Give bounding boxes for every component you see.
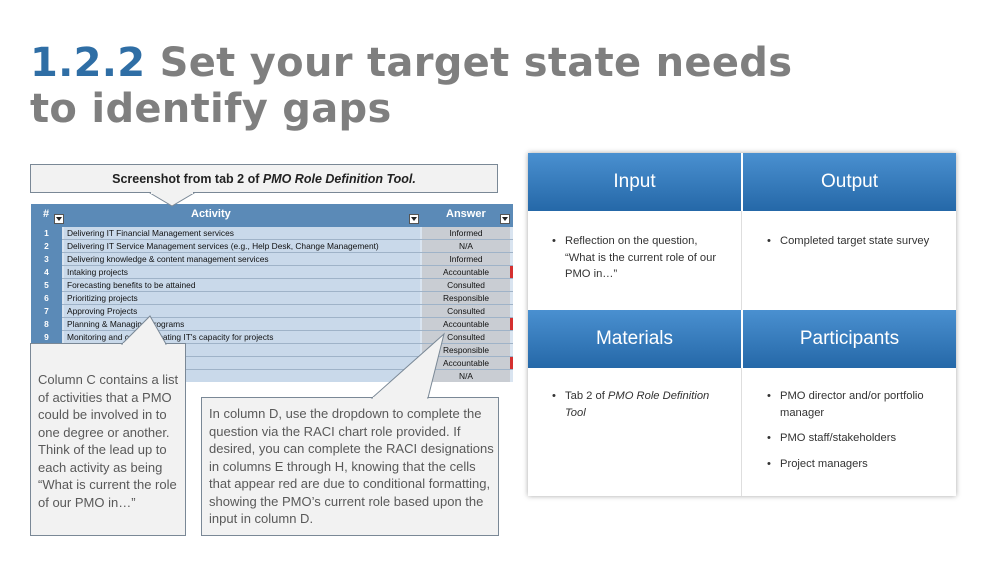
materials-item: Tab 2 of PMO Role Definition Tool [528, 388, 741, 421]
conditional-format-flag [510, 357, 513, 369]
column-d-text: In column D, use the dropdown to complet… [209, 406, 494, 526]
row-number: 5 [31, 279, 62, 292]
io-grid: Input Output Reflection on the question,… [528, 153, 956, 496]
conditional-format-flag [510, 240, 513, 252]
row-activity: Planning & Managing programs [64, 318, 420, 330]
divider [741, 211, 742, 310]
filter-dropdown-icon[interactable] [409, 214, 419, 224]
input-item: Reflection on the question, “What is the… [528, 233, 741, 283]
output-item: Completed target state survey [743, 233, 956, 250]
conditional-format-flag [510, 318, 513, 330]
sheet-row: 2 Delivering IT Service Management servic… [31, 240, 513, 253]
row-answer[interactable]: N/A [422, 240, 510, 252]
conditional-format-flag [510, 266, 513, 278]
section-number: 1.2.2 [30, 40, 146, 86]
sheet-row: 5 Forecasting benefits to be attained Cons… [31, 279, 513, 292]
row-activity: Approving Projects [64, 305, 420, 317]
conditional-format-flag [510, 292, 513, 304]
row-answer[interactable]: Accountable [422, 357, 510, 369]
row-activity: Delivering IT Service Management service… [64, 240, 420, 252]
row-activity: Forecasting benefits to be attained [64, 279, 420, 291]
filter-dropdown-icon[interactable] [500, 214, 510, 224]
row-answer[interactable]: Accountable [422, 318, 510, 330]
row-answer[interactable]: Informed [422, 227, 510, 239]
row-answer[interactable]: Accountable [422, 266, 510, 278]
row-answer[interactable]: Responsible [422, 292, 510, 304]
row-number: 7 [31, 305, 62, 318]
sheet-row: 8 Planning & Managing programs Accountable [31, 318, 513, 331]
row-activity: Monitoring and communicating IT's capaci… [64, 331, 420, 343]
row-answer[interactable]: Consulted [422, 279, 510, 291]
input-header: Input [528, 153, 741, 211]
participants-item: PMO director and/or portfolio manager [743, 388, 956, 421]
conditional-format-flag [510, 305, 513, 317]
caption-prefix: Screenshot from tab 2 of [112, 172, 263, 186]
output-body: Completed target state survey [743, 233, 956, 259]
row-activity: Delivering IT Financial Management servi… [64, 227, 420, 239]
sheet-header-row: # Activity Answer [31, 204, 513, 227]
row-answer[interactable]: Consulted [422, 305, 510, 317]
caption-text: Screenshot from tab 2 of PMO Role Defini… [31, 172, 497, 186]
row-answer[interactable]: N/A [422, 370, 510, 382]
caption-callout: Screenshot from tab 2 of PMO Role Defini… [30, 164, 498, 193]
header-answer: Answer [446, 208, 486, 220]
column-d-callout: In column D, use the dropdown to complet… [201, 397, 499, 536]
conditional-format-flag [510, 331, 513, 343]
title-text: Set your target state needs to identify … [30, 40, 793, 132]
conditional-format-flag [510, 227, 513, 239]
row-number: 8 [31, 318, 62, 331]
row-number: 4 [31, 266, 62, 279]
column-c-callout: Column C contains a list of activities t… [30, 343, 186, 536]
page-title: 1.2.2 Set your target state needs to ide… [30, 40, 830, 132]
row-activity: Intaking projects [64, 266, 420, 278]
sheet-row: 3 Delivering knowledge & content manageme… [31, 253, 513, 266]
input-body: Reflection on the question, “What is the… [528, 233, 741, 292]
conditional-format-flag [510, 370, 513, 382]
column-c-text: Column C contains a list of activities t… [38, 372, 179, 510]
conditional-format-flag [510, 279, 513, 291]
row-answer[interactable]: Responsible [422, 344, 510, 356]
row-number: 3 [31, 253, 62, 266]
row-activity: Prioritizing projects [64, 292, 420, 304]
conditional-format-flag [510, 344, 513, 356]
output-header: Output [743, 153, 956, 211]
materials-header: Materials [528, 310, 741, 368]
sheet-row: 6 Prioritizing projects Responsible [31, 292, 513, 305]
materials-body: Tab 2 of PMO Role Definition Tool [528, 388, 741, 430]
sheet-row: 1 Delivering IT Financial Management serv… [31, 227, 513, 240]
sheet-row: 7 Approving Projects Consulted [31, 305, 513, 318]
conditional-format-flag [510, 253, 513, 265]
participants-item: Project managers [743, 456, 956, 473]
participants-header: Participants [743, 310, 956, 368]
row-answer[interactable]: Informed [422, 253, 510, 265]
participants-item: PMO staff/stakeholders [743, 430, 956, 447]
header-activity: Activity [191, 208, 231, 220]
sheet-row: 4 Intaking projects Accountable [31, 266, 513, 279]
row-number: 2 [31, 240, 62, 253]
participants-body: PMO director and/or portfolio manager PM… [743, 388, 956, 481]
header-num: # [43, 208, 50, 220]
row-activity: Delivering knowledge & content managemen… [64, 253, 420, 265]
row-number: 6 [31, 292, 62, 305]
divider [741, 368, 742, 496]
row-answer[interactable]: Consulted [422, 331, 510, 343]
filter-dropdown-icon[interactable] [54, 214, 64, 224]
caption-tool-name: PMO Role Definition Tool. [262, 172, 416, 186]
materials-prefix: Tab 2 of [565, 390, 608, 402]
row-number: 1 [31, 227, 62, 240]
